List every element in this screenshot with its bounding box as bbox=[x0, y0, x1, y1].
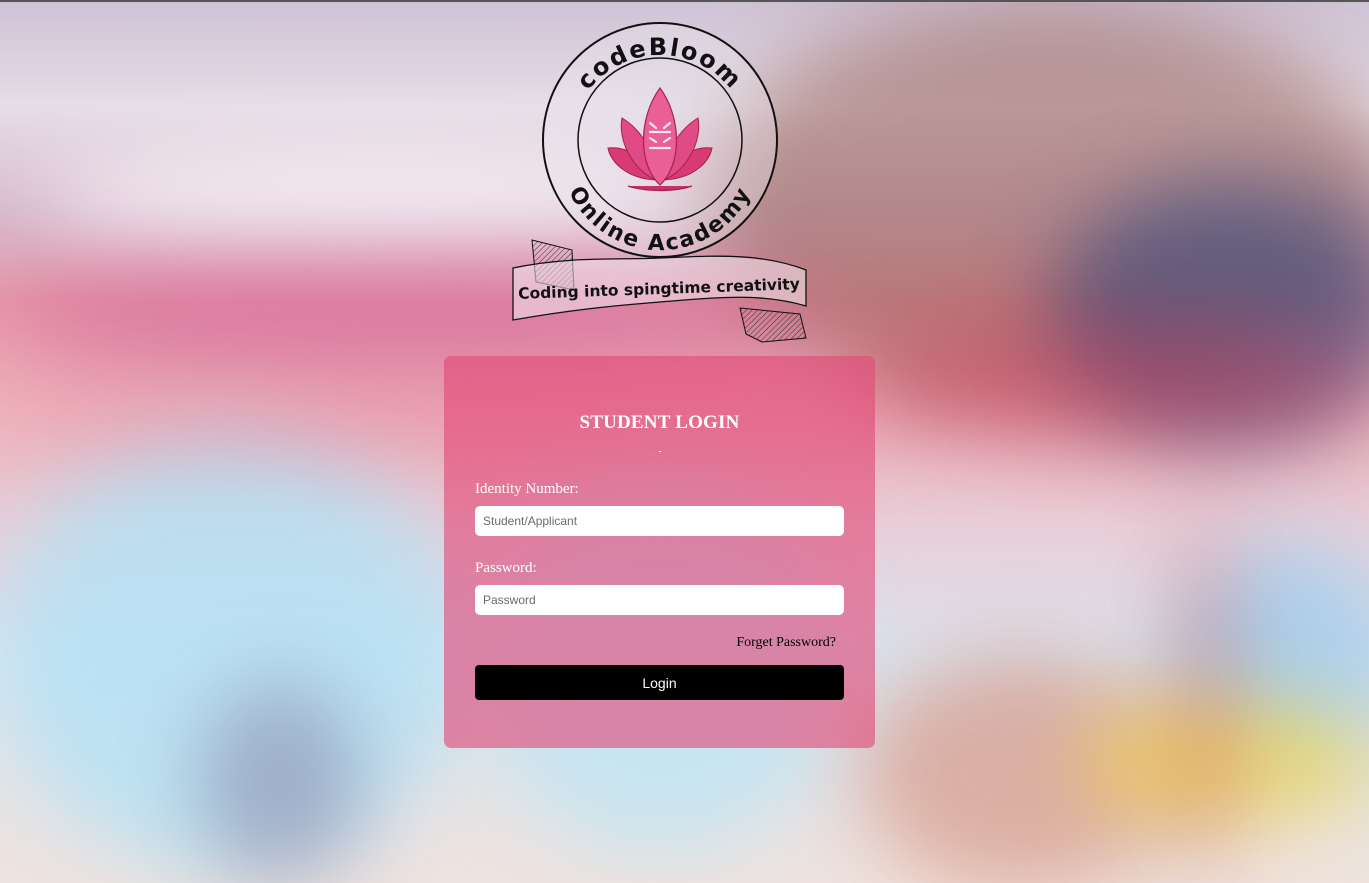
identity-number-input[interactable] bbox=[475, 506, 844, 536]
login-title: STUDENT LOGIN bbox=[579, 412, 740, 433]
academy-logo: codeBloom Online Academy Coding into spi… bbox=[512, 22, 807, 343]
identity-number-label: Identity Number: bbox=[475, 481, 579, 497]
forget-password-link[interactable]: Forget Password? bbox=[475, 635, 836, 651]
login-card: STUDENT LOGIN Identity Number: Password:… bbox=[444, 356, 875, 748]
password-input[interactable] bbox=[475, 585, 844, 615]
password-label: Password: bbox=[475, 560, 537, 576]
login-button[interactable]: Login bbox=[475, 665, 844, 700]
divider-dot bbox=[658, 451, 661, 452]
